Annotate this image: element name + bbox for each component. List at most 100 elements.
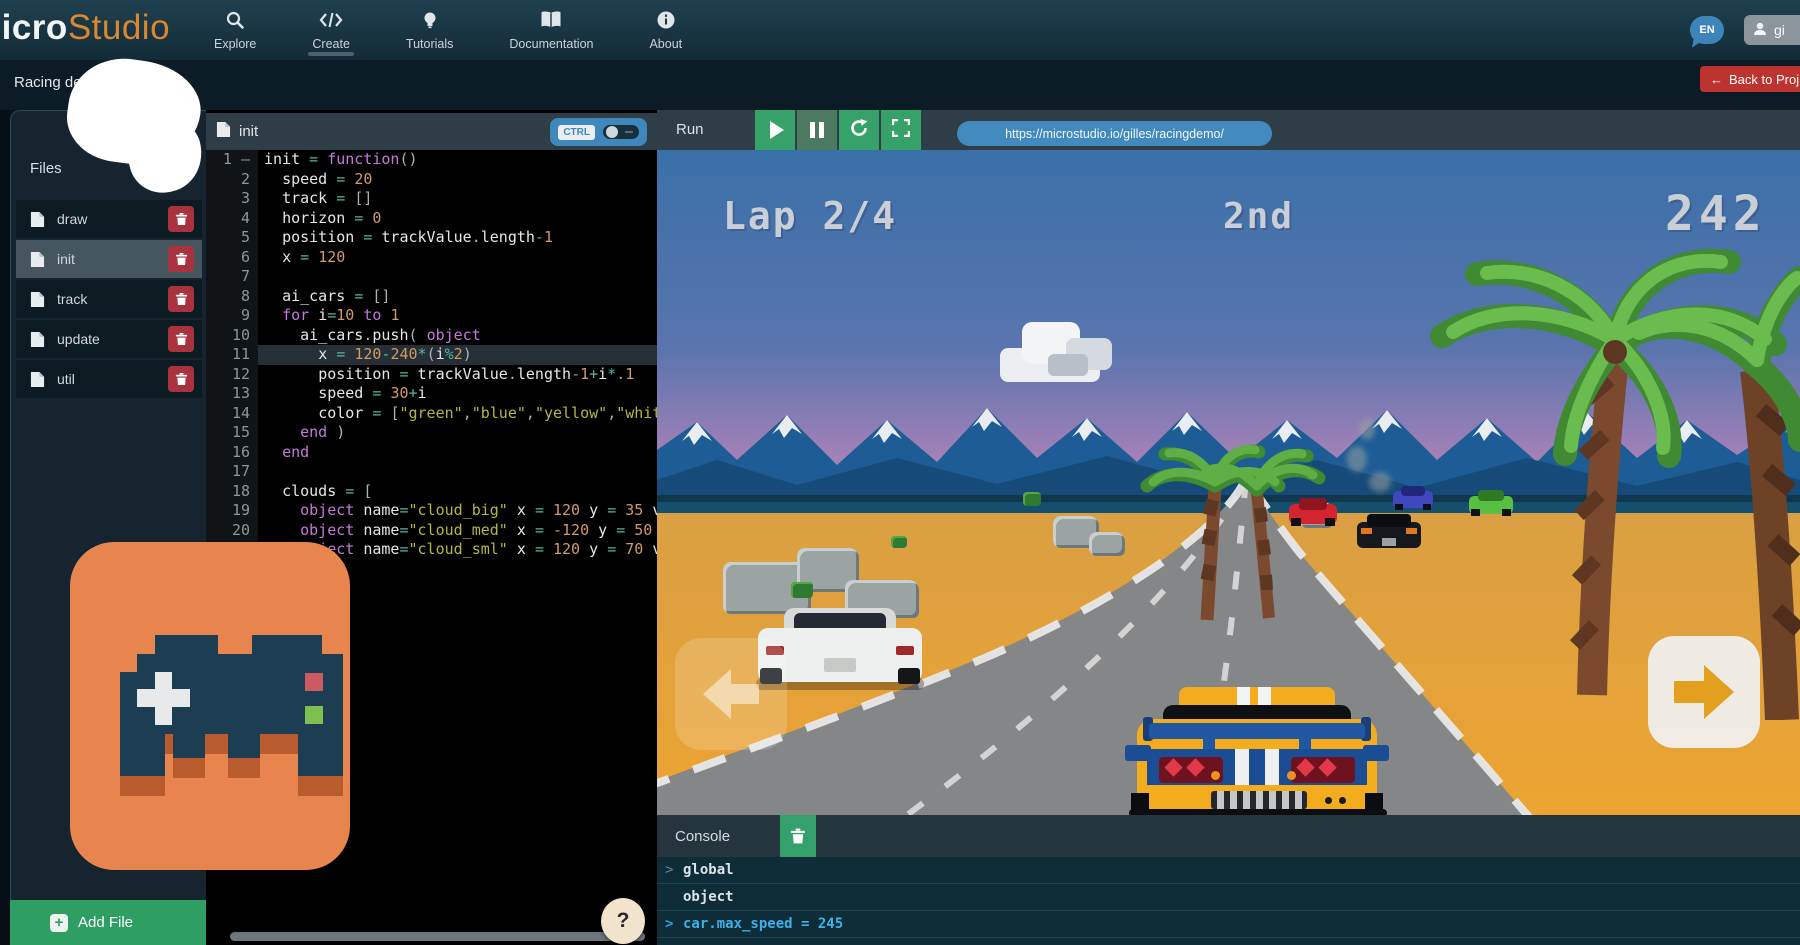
search-icon xyxy=(225,10,245,35)
ai-car-blue xyxy=(1393,486,1433,510)
editor-tab[interactable]: init xyxy=(216,121,258,142)
touch-left-button[interactable] xyxy=(675,638,787,750)
line-number: 7 xyxy=(206,267,258,287)
smoke-puff xyxy=(1369,472,1391,492)
run-label: Run xyxy=(676,121,704,138)
delete-file-button[interactable] xyxy=(168,326,194,352)
code-text: end xyxy=(258,443,309,463)
nav-item-create[interactable]: Create xyxy=(306,0,356,60)
code-line[interactable]: 11 x = 120-240*(i%2) xyxy=(206,345,657,365)
pause-button[interactable] xyxy=(797,110,837,150)
delete-file-button[interactable] xyxy=(168,366,194,392)
editor-horizontal-scrollbar[interactable] xyxy=(230,932,645,941)
nav-item-documentation[interactable]: Documentation xyxy=(503,0,599,60)
line-number: 1 – xyxy=(206,150,258,170)
console-output[interactable]: >globalobject>car.max_speed = 245 xyxy=(657,857,1800,945)
code-line[interactable]: 13 speed = 30+i xyxy=(206,384,657,404)
code-line[interactable]: 5 position = trackValue.length-1 xyxy=(206,228,657,248)
line-number: 2 xyxy=(206,170,258,190)
main-nav: Explore Create Tutorials Documentation About xyxy=(208,0,688,60)
smoke-puff xyxy=(1359,418,1375,440)
code-line[interactable]: 15 end ) xyxy=(206,423,657,443)
file-name: draw xyxy=(57,211,168,227)
back-to-projects-button[interactable]: ← Back to Proj xyxy=(1700,66,1800,92)
logo-prefix: micro xyxy=(0,8,68,47)
code-line[interactable]: 9 for i=10 to 1 xyxy=(206,306,657,326)
line-number: 11 xyxy=(206,345,258,365)
clear-console-button[interactable] xyxy=(780,815,816,857)
line-number: 19 xyxy=(206,501,258,521)
language-badge[interactable]: EN xyxy=(1690,16,1724,44)
code-text: clouds = [ xyxy=(258,482,372,502)
code-text: x = 120 xyxy=(258,248,345,268)
code-icon xyxy=(318,10,344,35)
ctrl-toggle-switch[interactable] xyxy=(603,125,639,139)
code-line[interactable]: 20 object name="cloud_med" x = -120 y = … xyxy=(206,521,657,541)
add-file-button[interactable]: + Add File xyxy=(10,900,218,945)
file-item-util[interactable]: util xyxy=(16,360,202,398)
delete-file-button[interactable] xyxy=(168,206,194,232)
file-name: update xyxy=(57,331,168,347)
code-line[interactable]: 10 ai_cars.push( object xyxy=(206,326,657,346)
logo-suffix: Studio xyxy=(68,8,170,47)
gamepad-icon xyxy=(70,542,350,870)
code-line[interactable]: 17 xyxy=(206,462,657,482)
file-item-update[interactable]: update xyxy=(16,320,202,358)
hud-speed: 242 xyxy=(1665,186,1767,242)
code-line[interactable]: 8 ai_cars = [] xyxy=(206,287,657,307)
arrow-left-icon xyxy=(703,669,759,719)
file-icon xyxy=(30,291,45,308)
nav-item-about[interactable]: About xyxy=(643,0,688,60)
play-button[interactable] xyxy=(755,110,795,150)
reload-button[interactable] xyxy=(839,110,879,150)
code-line[interactable]: 3 track = [] xyxy=(206,189,657,209)
code-text: speed = 30+i xyxy=(258,384,427,404)
player-car-sprite xyxy=(1119,653,1395,815)
line-number: 6 xyxy=(206,248,258,268)
project-url[interactable]: https://microstudio.io/gilles/racingdemo… xyxy=(957,121,1272,146)
touch-right-button[interactable] xyxy=(1648,636,1760,748)
file-item-init[interactable]: init xyxy=(16,240,202,278)
ctrl-toggle-group: CTRL xyxy=(550,118,647,146)
nav-item-label: About xyxy=(649,37,682,51)
pause-icon xyxy=(810,122,824,138)
prompt-chevron-icon: > xyxy=(665,862,683,878)
code-line[interactable]: 7 xyxy=(206,267,657,287)
nav-item-label: Create xyxy=(312,37,350,51)
code-line[interactable]: 2 speed = 20 xyxy=(206,170,657,190)
help-button[interactable]: ? xyxy=(601,898,645,944)
user-button[interactable]: gi xyxy=(1744,15,1800,45)
file-name: track xyxy=(57,291,168,307)
code-line[interactable]: 16 end xyxy=(206,443,657,463)
ai-car-green xyxy=(1469,490,1513,516)
code-text: ai_cars.push( object xyxy=(258,326,481,346)
code-line[interactable]: 18 clouds = [ xyxy=(206,482,657,502)
app-logo[interactable]: microStudio xyxy=(0,8,170,48)
code-text: end ) xyxy=(258,423,345,443)
code-text: position = trackValue.length-1 xyxy=(258,228,553,248)
bulb-icon xyxy=(420,10,440,35)
code-text xyxy=(258,267,264,287)
reload-icon xyxy=(849,118,869,143)
code-text: speed = 20 xyxy=(258,170,372,190)
file-icon xyxy=(30,251,45,268)
delete-file-button[interactable] xyxy=(168,246,194,272)
delete-file-button[interactable] xyxy=(168,286,194,312)
code-line[interactable]: 6 x = 120 xyxy=(206,248,657,268)
code-line[interactable]: 1 –init = function() xyxy=(206,150,657,170)
code-line[interactable]: 14 color = ["green","blue","yellow","whi… xyxy=(206,404,657,424)
file-item-track[interactable]: track xyxy=(16,280,202,318)
code-line[interactable]: 12 position = trackValue.length-1+i*.1 xyxy=(206,365,657,385)
line-number: 12 xyxy=(206,365,258,385)
user-icon xyxy=(1752,21,1768,40)
code-text: x = 120-240*(i%2) xyxy=(258,345,472,365)
file-item-draw[interactable]: draw xyxy=(16,200,202,238)
code-line[interactable]: 4 horizon = 0 xyxy=(206,209,657,229)
nav-item-tutorials[interactable]: Tutorials xyxy=(400,0,459,60)
nav-item-explore[interactable]: Explore xyxy=(208,0,262,60)
code-line[interactable]: 19 object name="cloud_big" x = 120 y = 3… xyxy=(206,501,657,521)
file-icon xyxy=(216,121,231,142)
game-viewport[interactable]: Lap 2/4 2nd 242 xyxy=(657,150,1800,815)
fullscreen-button[interactable] xyxy=(881,110,921,150)
console-title: Console xyxy=(675,828,730,845)
